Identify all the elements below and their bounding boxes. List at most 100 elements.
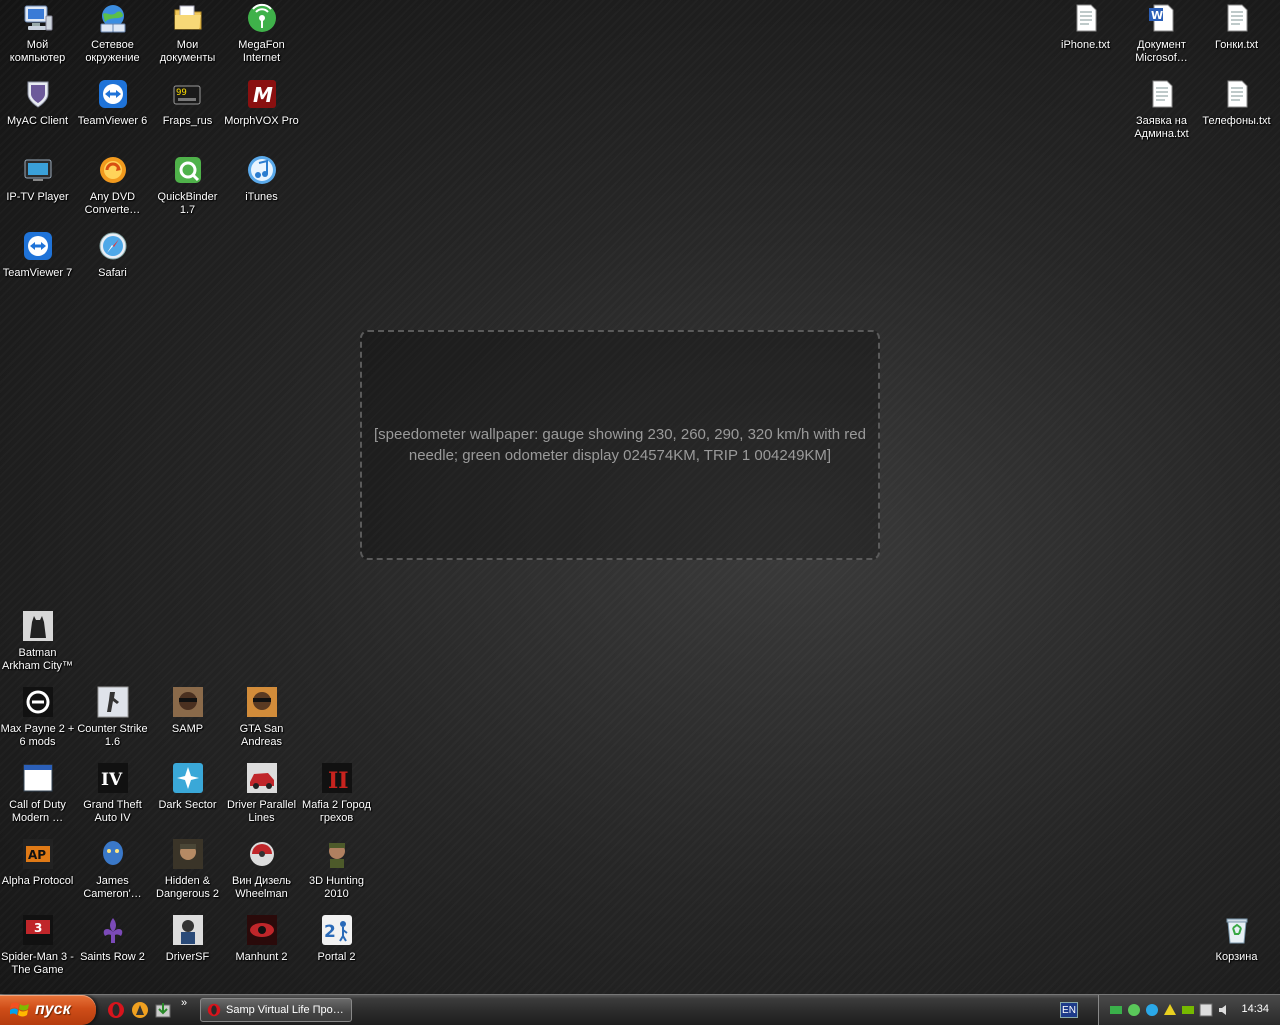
desktop-icon-teamviewer-6[interactable]: TeamViewer 6 [75,78,150,128]
desktop-icon-label: Portal 2 [317,951,356,963]
desktop-icon-label: Mafia 2 Город грехов [302,799,371,824]
eye-icon [246,914,278,946]
windows-logo-icon [10,1002,29,1017]
recycle-bin-icon [1221,914,1253,946]
teamviewer-icon [97,78,129,110]
word-document-icon: W [1146,2,1178,34]
desktop-icon-morphvox[interactable]: M MorphVOX Pro [224,78,299,128]
avatar-game-icon [97,838,129,870]
taskbar-window-button[interactable]: Samp Virtual Life Про… [200,998,352,1022]
desktop-icon-portal-2[interactable]: 2 Portal 2 [299,914,374,964]
desktop-icon-max-payne-2[interactable]: Max Payne 2 + 6 mods [0,686,75,749]
text-file-icon [1146,78,1178,110]
desktop-icon-label: Manhunt 2 [235,951,288,963]
desktop-icon-label: Call of Duty Modern … [9,799,66,824]
desktop-icon-zayavka-txt[interactable]: Заявка на Админа.txt [1124,78,1199,141]
desktop-icon-label: iTunes [245,191,278,203]
desktop-icon-gta-iv[interactable]: IV Grand Theft Auto IV [75,762,150,825]
desktop-icon-mafia-2[interactable]: II Mafia 2 Город грехов [299,762,374,825]
desktop-icon-3d-hunting[interactable]: 3D Hunting 2010 [299,838,374,901]
desktop-icon-samp[interactable]: SAMP [150,686,225,736]
dvd-converter-icon [97,154,129,186]
desktop-icon-myac-client[interactable]: MyAC Client [0,78,75,128]
desktop-icon-gta-san-andreas[interactable]: GTA San Andreas [224,686,299,749]
shield-icon [22,78,54,110]
network-tray-icon[interactable] [1109,1003,1123,1017]
taskbar: пуск » Samp Virtual Life Про… EN 14:34 [0,994,1280,1025]
desktop-icon-driver-parallel-lines[interactable]: Driver Parallel Lines [224,762,299,825]
desktop-icon-my-computer[interactable]: Мой компьютер [0,2,75,65]
opera-icon[interactable] [107,1001,125,1019]
hunter-icon [321,838,353,870]
security-tray-icon[interactable] [1163,1003,1177,1017]
gta-iv-icon: IV [97,762,129,794]
desktop-icon-label: Hidden & Dangerous 2 [156,875,219,900]
download-manager-icon[interactable] [154,1001,172,1019]
desktop: [speedometer wallpaper: gauge showing 23… [0,0,1280,994]
desktop-icon-label: Телефоны.txt [1202,115,1271,127]
language-indicator[interactable]: EN [1060,1002,1078,1018]
quickbinder-icon [172,154,204,186]
desktop-icon-spider-man-3[interactable]: 3 Spider-Man 3 - The Game [0,914,75,977]
desktop-icon-label: Dark Sector [158,799,217,811]
desktop-icon-label: TeamViewer 7 [2,267,73,279]
start-button[interactable]: пуск [0,995,96,1025]
desktop-icon-teamviewer-7[interactable]: TeamViewer 7 [0,230,75,280]
desktop-icon-alpha-protocol[interactable]: AP Alpha Protocol [0,838,75,888]
taskbar-window-title: Samp Virtual Life Про… [226,1004,344,1016]
desktop-icon-megafon-internet[interactable]: MegaFon Internet [224,2,299,65]
desktop-icon-label: Counter Strike 1.6 [77,723,148,748]
system-tray: 14:34 [1098,995,1280,1025]
desktop-icon-batman[interactable]: Batman Arkham City™ [0,610,75,673]
desktop-icon-quickbinder[interactable]: QuickBinder 1.7 [150,154,225,217]
driver-sf-icon [172,914,204,946]
desktop-icon-label: James Cameron'… [83,875,142,900]
app-tray-icon[interactable] [1199,1003,1213,1017]
desktop-icon-safari[interactable]: Safari [75,230,150,280]
aimp-icon[interactable] [131,1001,149,1019]
quicklaunch-more-button[interactable]: » [181,997,187,1009]
svg-text:AP: AP [28,848,46,862]
clock[interactable]: 14:34 [1241,1003,1269,1015]
desktop-icon-word-document[interactable]: W Документ Microsof… [1124,2,1199,65]
portal-2-icon: 2 [321,914,353,946]
desktop-icon-counter-strike[interactable]: Counter Strike 1.6 [75,686,150,749]
desktop-icon-iptv-player[interactable]: IP-TV Player [0,154,75,204]
desktop-icon-network[interactable]: Сетевое окружение [75,2,150,65]
desktop-icon-label: Мой компьютер [9,39,66,64]
driver-car-icon [246,762,278,794]
application-window-icon [22,762,54,794]
desktop-icon-hidden-dangerous-2[interactable]: Hidden & Dangerous 2 [150,838,225,901]
desktop-icon-label: Документ Microsof… [1135,39,1188,64]
desktop-icon-dark-sector[interactable]: Dark Sector [150,762,225,812]
desktop-icon-label: MyAC Client [6,115,69,127]
skype-tray-icon[interactable] [1145,1003,1159,1017]
folder-icon [172,2,204,34]
desktop-icon-call-of-duty[interactable]: Call of Duty Modern … [0,762,75,825]
text-file-icon [1070,2,1102,34]
opera-icon [207,1003,221,1017]
desktop-icon-driversf[interactable]: DriverSF [150,914,225,964]
svg-text:2: 2 [324,922,336,942]
desktop-icon-saints-row-2[interactable]: Saints Row 2 [75,914,150,964]
volume-tray-icon[interactable] [1217,1003,1231,1017]
desktop-icon-any-dvd-converter[interactable]: Any DVD Converte… [75,154,150,217]
nvidia-tray-icon[interactable] [1181,1003,1195,1017]
mafia-icon: II [321,762,353,794]
desktop-icon-iphone-txt[interactable]: iPhone.txt [1048,2,1123,52]
desktop-icon-manhunt-2[interactable]: Manhunt 2 [224,914,299,964]
desktop-icon-wheelman[interactable]: Вин Дизель Wheelman [224,838,299,901]
desktop-icon-itunes[interactable]: iTunes [224,154,299,204]
desktop-icon-recycle-bin[interactable]: Корзина [1199,914,1274,964]
desktop-icon-avatar[interactable]: James Cameron'… [75,838,150,901]
desktop-icon-fraps[interactable]: 99 Fraps_rus [150,78,225,128]
samp-icon [172,686,204,718]
desktop-icon-my-documents[interactable]: Мои документы [150,2,225,65]
svg-text:M: M [253,83,273,107]
desktop-icon-telefony-txt[interactable]: Телефоны.txt [1199,78,1274,128]
gta-sa-icon [246,686,278,718]
fleur-de-lis-icon [97,914,129,946]
utorrent-tray-icon[interactable] [1127,1003,1141,1017]
desktop-icon-label: MorphVOX Pro [224,115,299,127]
desktop-icon-gonki-txt[interactable]: Гонки.txt [1199,2,1274,52]
